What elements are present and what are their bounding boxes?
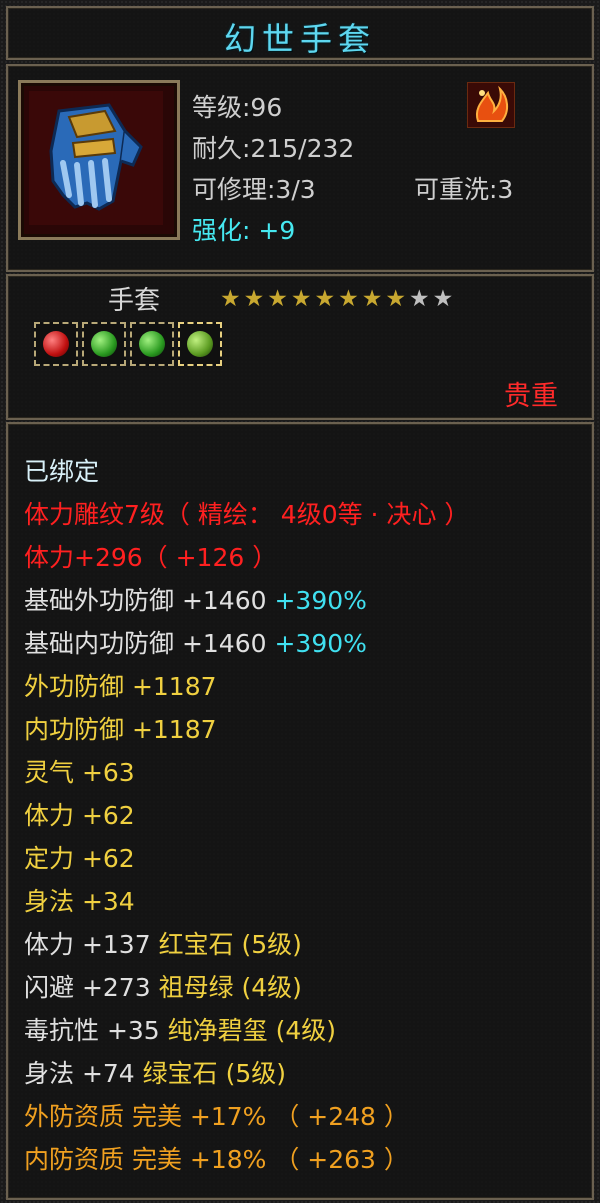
base-ext-def-line: 基础外功防御 +1460 +390% (24, 581, 367, 617)
gem2-name: 祖母绿 (4级) (158, 973, 302, 1002)
base-int-def-pct: +390% (274, 629, 367, 658)
gem3-line: 毒抗性 +35 纯净碧玺 (4级) (24, 1011, 336, 1047)
flame-buff-icon[interactable] (467, 82, 515, 128)
gem3-name: 纯净碧玺 (4级) (167, 1016, 337, 1045)
gem4-line: 身法 +74 绿宝石 (5级) (24, 1054, 286, 1090)
red-gem-icon (43, 331, 69, 357)
green-gem-icon (139, 331, 165, 357)
star-filled-icon: ★ (243, 286, 265, 312)
star-rating: ★ ★ ★ ★ ★ ★ ★ ★ ★ ★ (220, 286, 453, 312)
base-int-def-line: 基础内功防御 +1460 +390% (24, 624, 367, 660)
gem1-line: 体力 +137 红宝石 (5级) (24, 925, 302, 961)
rarity-badge: 贵重 (504, 381, 558, 412)
level-text: 等级:96 (192, 93, 283, 122)
item-info-panel: 等级:96 耐久:215/232 可修理:3/3 可重洗:3 强化: +9 (6, 64, 594, 272)
title-bar: 幻世手套 (6, 6, 594, 60)
gem-socket-4[interactable] (178, 322, 222, 366)
gem3-stat: 毒抗性 +35 (24, 1016, 168, 1045)
spirit-line: 灵气 +63 (24, 758, 135, 787)
engrave-line: 体力雕纹7级（ 精绘： 4级0等 · 决心 ） (24, 500, 470, 529)
green-gem-icon (187, 331, 213, 357)
ext-def-line: 外功防御 +1187 (24, 672, 217, 701)
gem-socket-1[interactable] (34, 322, 78, 366)
star-filled-icon: ★ (220, 286, 241, 312)
star-filled-icon: ★ (314, 286, 336, 312)
gem4-stat: 身法 +74 (24, 1059, 143, 1088)
item-type-panel: 手套 ★ ★ ★ ★ ★ ★ ★ ★ ★ ★ 贵重 (6, 274, 594, 420)
gem-socket-3[interactable] (130, 322, 174, 366)
item-type: 手套 (108, 286, 161, 316)
rewash-count-text: 可重洗:3 (414, 175, 514, 204)
star-filled-icon: ★ (267, 286, 288, 312)
gem-sockets (34, 322, 222, 366)
int-def-line: 内功防御 +1187 (24, 715, 217, 744)
gem1-stat: 体力 +137 (24, 930, 159, 959)
star-empty-icon: ★ (409, 286, 430, 312)
gem2-line: 闪避 +273 祖母绿 (4级) (24, 968, 302, 1004)
base-ext-def-pct: +390% (274, 586, 367, 615)
repair-count-text: 可修理:3/3 (192, 175, 316, 204)
int-quality-line: 内防资质 完美 +18% （ +263 ） (24, 1145, 409, 1174)
durability-text: 耐久:215/232 (192, 134, 355, 163)
stamina-engrave-line: 体力+296（ +126 ） (24, 543, 278, 572)
focus-line: 定力 +62 (24, 844, 135, 873)
star-filled-icon: ★ (385, 286, 406, 312)
gem2-stat: 闪避 +273 (24, 973, 159, 1002)
base-ext-def-label: 基础外功防御 +1460 (24, 586, 275, 615)
attributes-panel: 已绑定 体力雕纹7级（ 精绘： 4级0等 · 决心 ） 体力+296（ +126… (6, 422, 594, 1200)
gem1-name: 红宝石 (5级) (158, 930, 302, 959)
star-filled-icon: ★ (361, 286, 383, 312)
star-empty-icon: ★ (432, 286, 454, 312)
item-icon[interactable] (18, 80, 180, 240)
enhance-level-text: 强化: +9 (192, 216, 296, 245)
agility-line: 身法 +34 (24, 887, 135, 916)
gauntlet-icon (29, 91, 163, 225)
star-filled-icon: ★ (290, 286, 312, 312)
item-tooltip: 幻世手套 等级:96 耐久:215/232 可修理:3/3 可重洗:3 强化: … (0, 0, 600, 1203)
base-int-def-label: 基础内功防御 +1460 (24, 629, 275, 658)
star-filled-icon: ★ (338, 286, 359, 312)
gem4-name: 绿宝石 (5级) (142, 1059, 287, 1088)
green-gem-icon (91, 331, 117, 357)
gem-socket-2[interactable] (82, 322, 126, 366)
ext-quality-line: 外防资质 完美 +17% （ +248 ） (24, 1102, 409, 1131)
item-name: 幻世手套 (223, 20, 376, 58)
stamina-line: 体力 +62 (24, 801, 135, 830)
bound-status: 已绑定 (24, 457, 100, 486)
